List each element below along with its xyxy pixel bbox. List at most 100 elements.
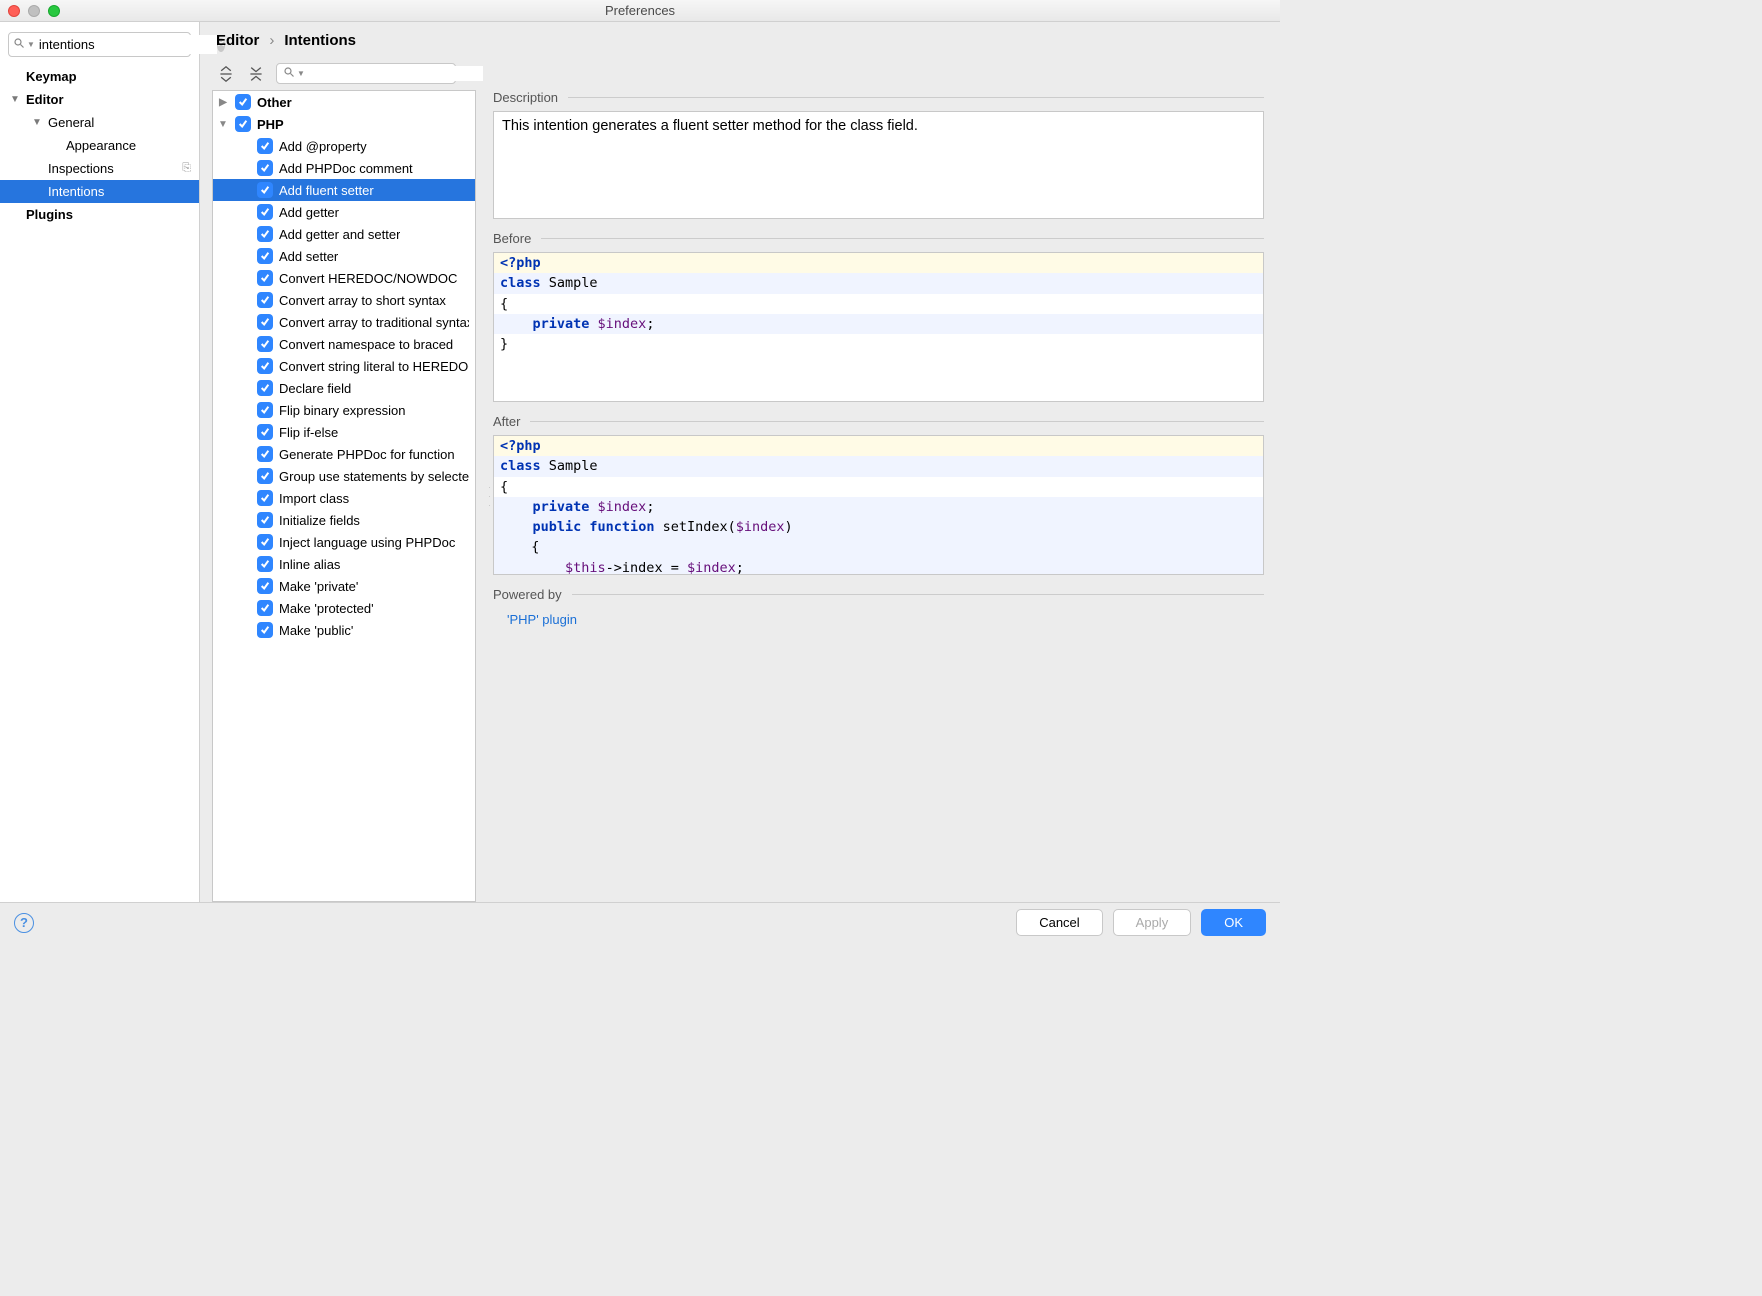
checkbox-icon[interactable] xyxy=(257,380,273,396)
checkbox-icon[interactable] xyxy=(257,204,273,220)
checkbox-icon[interactable] xyxy=(257,336,273,352)
checkbox-icon[interactable] xyxy=(257,424,273,440)
sidebar-search[interactable]: ▼ ✕ xyxy=(8,32,191,57)
intention-item[interactable]: Add getter and setter xyxy=(213,223,475,245)
cancel-button[interactable]: Cancel xyxy=(1016,909,1102,936)
intention-item[interactable]: Import class xyxy=(213,487,475,509)
intention-item[interactable]: Initialize fields xyxy=(213,509,475,531)
intention-item[interactable]: Generate PHPDoc for function xyxy=(213,443,475,465)
intention-item[interactable]: Make 'public' xyxy=(213,619,475,641)
checkbox-icon[interactable] xyxy=(257,600,273,616)
checkbox-icon[interactable] xyxy=(257,402,273,418)
checkbox-icon[interactable] xyxy=(235,94,251,110)
intention-label: Generate PHPDoc for function xyxy=(279,447,455,462)
intention-item[interactable]: Add getter xyxy=(213,201,475,223)
window-title: Preferences xyxy=(605,3,675,18)
intention-label: Add PHPDoc comment xyxy=(279,161,413,176)
search-icon xyxy=(283,66,295,81)
help-button[interactable]: ? xyxy=(14,913,34,933)
intention-label: Inject language using PHPDoc xyxy=(279,535,455,550)
breadcrumb-root[interactable]: Editor xyxy=(216,32,259,49)
intention-item[interactable]: Add fluent setter xyxy=(213,179,475,201)
intention-label: Make 'private' xyxy=(279,579,358,594)
ok-button[interactable]: OK xyxy=(1201,909,1266,936)
intentions-group-php[interactable]: PHP xyxy=(213,113,475,135)
intention-item[interactable]: Convert HEREDOC/NOWDOC xyxy=(213,267,475,289)
intention-item[interactable]: Add PHPDoc comment xyxy=(213,157,475,179)
checkbox-icon[interactable] xyxy=(257,138,273,154)
chevron-down-icon: ▼ xyxy=(10,94,22,105)
intentions-group-other[interactable]: Other xyxy=(213,91,475,113)
sidebar-item-intentions[interactable]: Intentions xyxy=(0,180,199,203)
intention-label: Convert namespace to braced xyxy=(279,337,453,352)
sidebar-item-editor[interactable]: ▼Editor xyxy=(0,88,199,111)
breadcrumb: Editor › Intentions xyxy=(212,32,1280,59)
chevron-down-icon[interactable]: ▼ xyxy=(27,40,35,49)
description-text: This intention generates a fluent setter… xyxy=(493,111,1264,219)
sidebar-item-plugins[interactable]: Plugins xyxy=(0,203,199,226)
sidebar-item-keymap[interactable]: Keymap xyxy=(0,65,199,88)
splitter-handle[interactable]: ··· xyxy=(486,90,493,902)
checkbox-icon[interactable] xyxy=(257,358,273,374)
chevron-right-icon[interactable] xyxy=(217,97,229,108)
checkbox-icon[interactable] xyxy=(257,226,273,242)
checkbox-icon[interactable] xyxy=(257,270,273,286)
intention-label: Make 'protected' xyxy=(279,601,374,616)
checkbox-icon[interactable] xyxy=(257,160,273,176)
checkbox-icon[interactable] xyxy=(257,468,273,484)
intention-item[interactable]: Declare field xyxy=(213,377,475,399)
after-code: <?php class Sample { private $index; pub… xyxy=(493,435,1264,575)
intention-item[interactable]: Group use statements by selected xyxy=(213,465,475,487)
minimize-icon[interactable] xyxy=(28,5,40,17)
checkbox-icon[interactable] xyxy=(257,578,273,594)
checkbox-icon[interactable] xyxy=(257,182,273,198)
intention-item[interactable]: Flip binary expression xyxy=(213,399,475,421)
checkbox-icon[interactable] xyxy=(257,490,273,506)
chevron-down-icon[interactable] xyxy=(217,119,229,130)
sidebar-item-label: Keymap xyxy=(26,69,77,84)
intention-label: Flip binary expression xyxy=(279,403,405,418)
checkbox-icon[interactable] xyxy=(257,534,273,550)
checkbox-icon[interactable] xyxy=(257,622,273,638)
sidebar-item-label: Appearance xyxy=(66,138,136,153)
intention-label: Convert string literal to HEREDOC xyxy=(279,359,469,374)
intention-item[interactable]: Convert array to short syntax xyxy=(213,289,475,311)
intention-item[interactable]: Flip if-else xyxy=(213,421,475,443)
collapse-all-icon[interactable] xyxy=(246,64,266,84)
close-icon[interactable] xyxy=(8,5,20,17)
intention-item[interactable]: Add setter xyxy=(213,245,475,267)
sidebar-search-input[interactable] xyxy=(37,35,217,54)
intention-item[interactable]: Make 'private' xyxy=(213,575,475,597)
intention-label: Add getter xyxy=(279,205,339,220)
powered-by-link[interactable]: 'PHP' plugin xyxy=(493,608,1264,627)
checkbox-icon[interactable] xyxy=(257,292,273,308)
intentions-list[interactable]: OtherPHPAdd @property Add PHPDoc comment A… xyxy=(212,90,476,902)
sidebar-item-label: Intentions xyxy=(48,184,104,199)
checkbox-icon[interactable] xyxy=(235,116,251,132)
apply-button[interactable]: Apply xyxy=(1113,909,1192,936)
intention-item[interactable]: Make 'protected' xyxy=(213,597,475,619)
expand-all-icon[interactable] xyxy=(216,64,236,84)
checkbox-icon[interactable] xyxy=(257,248,273,264)
window-titlebar: Preferences xyxy=(0,0,1280,22)
breadcrumb-separator: › xyxy=(269,32,274,49)
intention-item[interactable]: Convert namespace to braced xyxy=(213,333,475,355)
intention-item[interactable]: Inline alias xyxy=(213,553,475,575)
checkbox-icon[interactable] xyxy=(257,556,273,572)
intention-item[interactable]: Add @property xyxy=(213,135,475,157)
intention-item[interactable]: Convert array to traditional syntax xyxy=(213,311,475,333)
checkbox-icon[interactable] xyxy=(257,446,273,462)
filter-input[interactable] xyxy=(307,66,483,81)
intention-label: Add fluent setter xyxy=(279,183,374,198)
sidebar-item-inspections[interactable]: Inspections⎘ xyxy=(0,157,199,180)
window-controls xyxy=(8,5,60,17)
sidebar-item-appearance[interactable]: Appearance xyxy=(0,134,199,157)
chevron-down-icon[interactable]: ▼ xyxy=(297,69,305,78)
intention-item[interactable]: Convert string literal to HEREDOC xyxy=(213,355,475,377)
checkbox-icon[interactable] xyxy=(257,314,273,330)
checkbox-icon[interactable] xyxy=(257,512,273,528)
sidebar-item-general[interactable]: ▼General xyxy=(0,111,199,134)
filter-box[interactable]: ▼ xyxy=(276,63,456,84)
maximize-icon[interactable] xyxy=(48,5,60,17)
intention-item[interactable]: Inject language using PHPDoc xyxy=(213,531,475,553)
